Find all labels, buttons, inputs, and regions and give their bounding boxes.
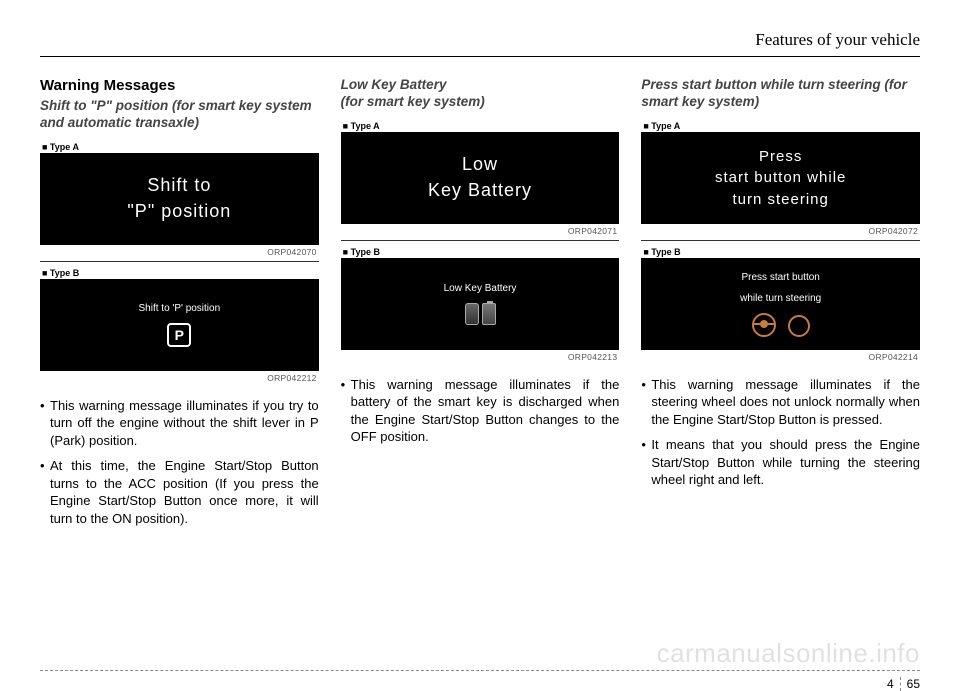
bullet-item: This warning message illuminates if you … [40, 397, 319, 450]
battery-icon [482, 303, 496, 325]
bullet-item: This warning message illuminates if the … [341, 376, 620, 446]
key-battery-icons [465, 303, 496, 325]
bullet-item: It means that you should press the Engin… [641, 436, 920, 489]
panel-code: ORP042070 [40, 245, 319, 261]
column-3: Press start button while turn steering (… [641, 77, 920, 536]
panel-type-label: ■ Type B [341, 245, 620, 258]
column-1: Warning Messages Shift to "P" position (… [40, 77, 319, 536]
display-line: "P" position [127, 200, 231, 223]
panel-type-label: ■ Type B [641, 245, 920, 258]
display-shift-p-a: Shift to "P" position [40, 153, 319, 245]
watermark: carmanualsonline.info [657, 638, 920, 669]
col2-bullets: This warning message illuminates if the … [341, 376, 620, 446]
display-shift-p-b: Shift to 'P' position P [40, 279, 319, 371]
display-lowkey-b: Low Key Battery [341, 258, 620, 350]
panel-type-label: ■ Type A [641, 119, 920, 132]
panel-type-label: ■ Type A [341, 119, 620, 132]
col3-panel-a: ■ Type A Press start button while turn s… [641, 119, 920, 241]
display-line: Press [759, 147, 802, 167]
col3-bullets: This warning message illuminates if the … [641, 376, 920, 489]
display-line: Low [462, 153, 498, 176]
col1-panel-b: ■ Type B Shift to 'P' position P ORP0422… [40, 266, 319, 387]
col2-subheading: Low Key Battery (for smart key system) [341, 77, 620, 111]
display-line: turn steering [732, 190, 828, 210]
start-stop-button-icon [788, 315, 810, 337]
panel-code: ORP042071 [341, 224, 620, 240]
col1-bullets: This warning message illuminates if you … [40, 397, 319, 528]
bullet-item: At this time, the Engine Start/Stop Butt… [40, 457, 319, 527]
bullet-item: This warning message illuminates if the … [641, 376, 920, 429]
page-header: Features of your vehicle [40, 30, 920, 57]
display-press-b: Press start button while turn steering [641, 258, 920, 350]
panel-type-label: ■ Type B [40, 266, 319, 279]
col2-panel-a: ■ Type A Low Key Battery ORP042071 [341, 119, 620, 241]
display-line: start button while [715, 168, 846, 188]
content-columns: Warning Messages Shift to "P" position (… [40, 77, 920, 536]
park-icon: P [167, 323, 191, 347]
panel-code: ORP042213 [341, 350, 620, 366]
col1-panel-a: ■ Type A Shift to "P" position ORP042070 [40, 140, 319, 262]
col1-subheading: Shift to "P" position (for smart key sys… [40, 98, 319, 132]
page-footer: 4 65 [40, 670, 920, 677]
col3-panel-b: ■ Type B Press start button while turn s… [641, 245, 920, 366]
display-line: while turn steering [740, 292, 821, 305]
display-line: Press start button [741, 271, 819, 284]
column-2: Low Key Battery (for smart key system) ■… [341, 77, 620, 536]
display-lowkey-a: Low Key Battery [341, 132, 620, 224]
display-line: Shift to [147, 174, 211, 197]
panel-code: ORP042212 [40, 371, 319, 387]
panel-code: ORP042072 [641, 224, 920, 240]
col2-panel-b: ■ Type B Low Key Battery ORP042213 [341, 245, 620, 366]
display-press-a: Press start button while turn steering [641, 132, 920, 224]
display-line: Low Key Battery [444, 282, 517, 295]
panel-code: ORP042214 [641, 350, 920, 366]
display-line: Shift to 'P' position [139, 302, 221, 315]
key-fob-icon [465, 303, 479, 325]
steering-wheel-icon [752, 313, 776, 337]
warning-heading: Warning Messages [40, 77, 319, 94]
header-title: Features of your vehicle [755, 30, 920, 49]
col3-subheading: Press start button while turn steering (… [641, 77, 920, 111]
steering-icons [752, 313, 810, 337]
display-line: Key Battery [428, 179, 532, 202]
panel-type-label: ■ Type A [40, 140, 319, 153]
